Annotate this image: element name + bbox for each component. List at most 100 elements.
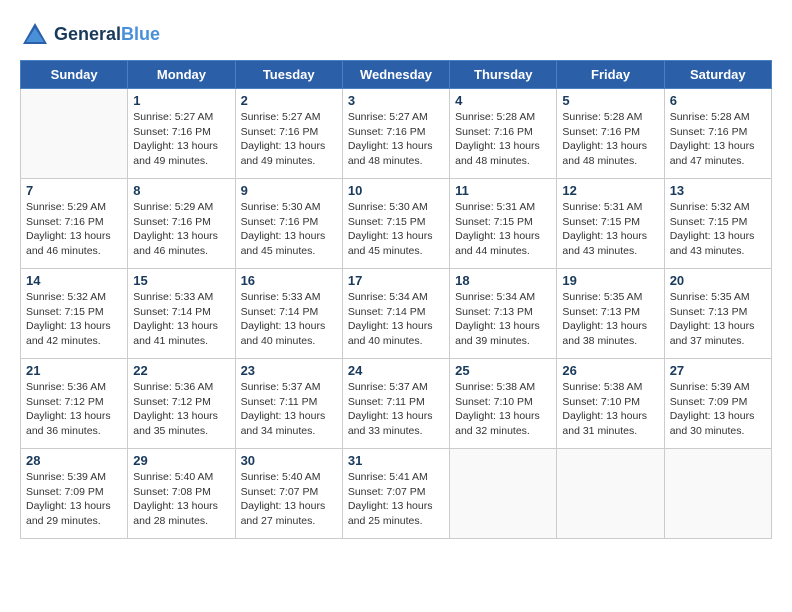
calendar-cell: 1 Sunrise: 5:27 AMSunset: 7:16 PMDaylight… [128,89,235,179]
day-info: Sunrise: 5:37 AMSunset: 7:11 PMDaylight:… [348,380,444,439]
day-info: Sunrise: 5:35 AMSunset: 7:13 PMDaylight:… [670,290,766,349]
day-header-tuesday: Tuesday [235,61,342,89]
calendar-cell [450,449,557,539]
page-header: GeneralBlue [20,20,772,50]
day-number: 21 [26,363,122,378]
calendar-cell: 26Sunrise: 5:38 AMSunset: 7:10 PMDayligh… [557,359,664,449]
day-number: 25 [455,363,551,378]
calendar-cell: 16 Sunrise: 5:33 AMSunset: 7:14 PMDayligh… [235,269,342,359]
day-info: Sunrise: 5:34 AMSunset: 7:14 PMDaylight:… [348,290,444,349]
calendar-cell: 17 Sunrise: 5:34 AMSunset: 7:14 PMDayligh… [342,269,449,359]
day-info: Sunrise: 5:27 AMSunset: 7:16 PMDaylight:… [133,110,229,169]
day-info: Sunrise: 5:39 AMSunset: 7:09 PMDaylight:… [670,380,766,439]
day-info: Sunrise: 5:33 AMSunset: 7:14 PMDaylight:… [133,290,229,349]
day-number: 22 [133,363,229,378]
week-row-3: 14 Sunrise: 5:32 AMSunset: 7:15 PMDayligh… [21,269,772,359]
day-info: Sunrise: 5:32 AMSunset: 7:15 PMDaylight:… [26,290,122,349]
calendar-cell: 19Sunrise: 5:35 AMSunset: 7:13 PMDayligh… [557,269,664,359]
day-number: 6 [670,93,766,108]
calendar-cell: 12Sunrise: 5:31 AMSunset: 7:15 PMDayligh… [557,179,664,269]
logo: GeneralBlue [20,20,160,50]
calendar-table: SundayMondayTuesdayWednesdayThursdayFrid… [20,60,772,539]
calendar-cell: 3 Sunrise: 5:27 AMSunset: 7:16 PMDaylight… [342,89,449,179]
day-info: Sunrise: 5:40 AMSunset: 7:08 PMDaylight:… [133,470,229,529]
day-number: 8 [133,183,229,198]
day-number: 16 [241,273,337,288]
day-number: 4 [455,93,551,108]
calendar-cell: 2 Sunrise: 5:27 AMSunset: 7:16 PMDaylight… [235,89,342,179]
calendar-cell [21,89,128,179]
calendar-cell: 15 Sunrise: 5:33 AMSunset: 7:14 PMDayligh… [128,269,235,359]
day-number: 7 [26,183,122,198]
calendar-cell: 5Sunrise: 5:28 AMSunset: 7:16 PMDaylight… [557,89,664,179]
day-number: 14 [26,273,122,288]
calendar-cell: 29 Sunrise: 5:40 AMSunset: 7:08 PMDayligh… [128,449,235,539]
day-number: 29 [133,453,229,468]
day-info: Sunrise: 5:28 AMSunset: 7:16 PMDaylight:… [455,110,551,169]
calendar-cell: 6 Sunrise: 5:28 AMSunset: 7:16 PMDaylight… [664,89,771,179]
day-info: Sunrise: 5:27 AMSunset: 7:16 PMDaylight:… [241,110,337,169]
day-info: Sunrise: 5:40 AMSunset: 7:07 PMDaylight:… [241,470,337,529]
day-number: 1 [133,93,229,108]
day-header-thursday: Thursday [450,61,557,89]
calendar-cell: 10 Sunrise: 5:30 AMSunset: 7:15 PMDayligh… [342,179,449,269]
day-number: 2 [241,93,337,108]
week-row-5: 28 Sunrise: 5:39 AMSunset: 7:09 PMDayligh… [21,449,772,539]
calendar-cell: 20 Sunrise: 5:35 AMSunset: 7:13 PMDayligh… [664,269,771,359]
day-number: 27 [670,363,766,378]
week-row-1: 1 Sunrise: 5:27 AMSunset: 7:16 PMDaylight… [21,89,772,179]
day-number: 3 [348,93,444,108]
day-info: Sunrise: 5:30 AMSunset: 7:16 PMDaylight:… [241,200,337,259]
day-info: Sunrise: 5:31 AMSunset: 7:15 PMDaylight:… [562,200,658,259]
day-number: 30 [241,453,337,468]
day-info: Sunrise: 5:35 AMSunset: 7:13 PMDaylight:… [562,290,658,349]
logo-icon [20,20,50,50]
calendar-cell: 31 Sunrise: 5:41 AMSunset: 7:07 PMDayligh… [342,449,449,539]
day-info: Sunrise: 5:28 AMSunset: 7:16 PMDaylight:… [670,110,766,169]
day-number: 28 [26,453,122,468]
calendar-cell: 4 Sunrise: 5:28 AMSunset: 7:16 PMDaylight… [450,89,557,179]
day-number: 5 [562,93,658,108]
day-info: Sunrise: 5:29 AMSunset: 7:16 PMDaylight:… [26,200,122,259]
day-number: 23 [241,363,337,378]
day-info: Sunrise: 5:37 AMSunset: 7:11 PMDaylight:… [241,380,337,439]
calendar-cell: 9 Sunrise: 5:30 AMSunset: 7:16 PMDaylight… [235,179,342,269]
day-info: Sunrise: 5:36 AMSunset: 7:12 PMDaylight:… [133,380,229,439]
day-info: Sunrise: 5:29 AMSunset: 7:16 PMDaylight:… [133,200,229,259]
day-number: 17 [348,273,444,288]
day-info: Sunrise: 5:41 AMSunset: 7:07 PMDaylight:… [348,470,444,529]
calendar-cell: 13Sunrise: 5:32 AMSunset: 7:15 PMDayligh… [664,179,771,269]
day-info: Sunrise: 5:30 AMSunset: 7:15 PMDaylight:… [348,200,444,259]
day-header-sunday: Sunday [21,61,128,89]
calendar-cell: 11 Sunrise: 5:31 AMSunset: 7:15 PMDayligh… [450,179,557,269]
week-row-4: 21 Sunrise: 5:36 AMSunset: 7:12 PMDayligh… [21,359,772,449]
day-number: 20 [670,273,766,288]
calendar-cell: 7 Sunrise: 5:29 AMSunset: 7:16 PMDaylight… [21,179,128,269]
calendar-cell: 25Sunrise: 5:38 AMSunset: 7:10 PMDayligh… [450,359,557,449]
day-info: Sunrise: 5:27 AMSunset: 7:16 PMDaylight:… [348,110,444,169]
day-info: Sunrise: 5:33 AMSunset: 7:14 PMDaylight:… [241,290,337,349]
calendar-cell: 23 Sunrise: 5:37 AMSunset: 7:11 PMDayligh… [235,359,342,449]
calendar-cell: 28 Sunrise: 5:39 AMSunset: 7:09 PMDayligh… [21,449,128,539]
calendar-cell: 22 Sunrise: 5:36 AMSunset: 7:12 PMDayligh… [128,359,235,449]
day-header-wednesday: Wednesday [342,61,449,89]
calendar-cell: 27 Sunrise: 5:39 AMSunset: 7:09 PMDayligh… [664,359,771,449]
day-headers-row: SundayMondayTuesdayWednesdayThursdayFrid… [21,61,772,89]
day-info: Sunrise: 5:31 AMSunset: 7:15 PMDaylight:… [455,200,551,259]
calendar-cell: 18 Sunrise: 5:34 AMSunset: 7:13 PMDayligh… [450,269,557,359]
day-info: Sunrise: 5:34 AMSunset: 7:13 PMDaylight:… [455,290,551,349]
calendar-cell: 8 Sunrise: 5:29 AMSunset: 7:16 PMDaylight… [128,179,235,269]
day-number: 10 [348,183,444,198]
day-info: Sunrise: 5:32 AMSunset: 7:15 PMDaylight:… [670,200,766,259]
day-number: 15 [133,273,229,288]
day-header-monday: Monday [128,61,235,89]
day-info: Sunrise: 5:39 AMSunset: 7:09 PMDaylight:… [26,470,122,529]
day-header-friday: Friday [557,61,664,89]
day-number: 11 [455,183,551,198]
logo-text: GeneralBlue [54,25,160,45]
week-row-2: 7 Sunrise: 5:29 AMSunset: 7:16 PMDaylight… [21,179,772,269]
day-number: 9 [241,183,337,198]
calendar-cell [664,449,771,539]
day-number: 18 [455,273,551,288]
day-number: 31 [348,453,444,468]
